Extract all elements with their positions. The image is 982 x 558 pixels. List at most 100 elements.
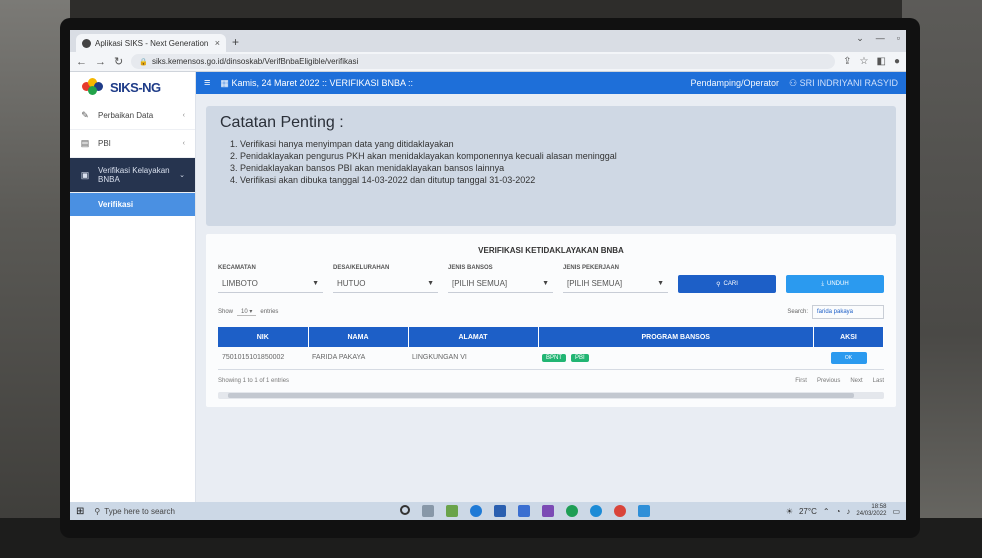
kecamatan-select[interactable]: LIMBOTO ▼ <box>218 275 323 293</box>
tab-close-icon[interactable]: × <box>215 38 220 48</box>
browser-tab[interactable]: Aplikasi SIKS - Next Generation × <box>76 34 226 52</box>
windows-start-icon[interactable]: ⊞ <box>76 506 84 517</box>
taskbar-search[interactable]: ⚲ Type here to search <box>94 507 264 516</box>
star-icon[interactable]: ☆ <box>860 56 869 67</box>
app-icon[interactable] <box>566 505 579 517</box>
pager-next[interactable]: Next <box>850 378 862 384</box>
search-input[interactable]: farida pakaya <box>812 305 884 319</box>
sidebar-item-pbi[interactable]: ▤ PBI ‹ <box>70 130 195 158</box>
user-name[interactable]: ⚇ SRI INDRIYANI RASYID <box>789 78 898 89</box>
cell-aksi: OK <box>813 347 884 370</box>
network-icon[interactable]: ◔ <box>836 507 841 516</box>
windows-taskbar: ⊞ ⚲ Type here to search ☀ 27°C ⌃ ◔ ♪ 18:… <box>70 502 906 520</box>
chevron-left-icon: ‹ <box>182 112 185 119</box>
volume-icon[interactable]: ♪ <box>846 507 850 516</box>
minimize-icon[interactable]: — <box>876 33 885 44</box>
table-row: 7501015101850002 FARIDA PAKAYA LINGKUNGA… <box>218 347 884 370</box>
profile-avatar[interactable]: ● <box>894 56 900 67</box>
jenis-bansos-select[interactable]: [PILIH SEMUA] ▼ <box>448 275 553 293</box>
url-text: siks.kemensos.go.id/dinsoskab/VerifBnbaE… <box>151 57 359 66</box>
word-icon[interactable] <box>542 505 555 517</box>
pager-previous[interactable]: Previous <box>817 378 840 384</box>
tray-chevron-icon[interactable]: ⌃ <box>823 507 830 516</box>
edge-icon[interactable] <box>470 505 483 517</box>
cortana-icon[interactable] <box>400 505 411 515</box>
system-tray: ☀ 27°C ⌃ ◔ ♪ 18:58 24/03/2022 ▭ <box>786 504 900 518</box>
caret-down-icon: ▼ <box>427 280 434 287</box>
user-role: Pendamping/Operator <box>690 78 780 88</box>
column-header-alamat[interactable]: ALAMAT <box>408 327 539 347</box>
window-controls: ⌄ — ▫ <box>856 33 900 44</box>
horizontal-scrollbar[interactable] <box>218 391 884 399</box>
hamburger-menu-icon[interactable]: ≡ <box>204 77 210 89</box>
app-icon[interactable] <box>446 505 459 517</box>
column-header-program-bansos[interactable]: PROGRAM BANSOS <box>538 327 814 347</box>
entries-label: entries <box>260 309 279 315</box>
pager-last[interactable]: Last <box>873 378 884 384</box>
store-icon[interactable] <box>518 505 531 517</box>
maximize-icon[interactable]: ▫ <box>897 33 900 44</box>
document-icon: ▤ <box>80 138 90 148</box>
new-tab-button[interactable]: + <box>232 35 239 49</box>
clock[interactable]: 18:58 24/03/2022 <box>856 504 886 518</box>
sidebar-item-perbaikan-data[interactable]: ✎ Perbaikan Data ‹ <box>70 102 195 130</box>
filter-kecamatan: KECAMATAN LIMBOTO ▼ <box>218 265 323 293</box>
app-icon[interactable] <box>638 505 651 517</box>
notice-title: Catatan Penting : <box>220 114 344 131</box>
task-view-icon[interactable] <box>422 505 435 517</box>
page-date-title: ▦ Kamis, 24 Maret 2022 :: VERIFIKASI BNB… <box>220 78 680 89</box>
unduh-button[interactable]: ⤓ UNDUH <box>786 275 884 293</box>
bansos-badge-bpnt: BPNT <box>542 353 567 362</box>
filter-jenis-pekerjaan: JENIS PEKERJAAN [PILIH SEMUA] ▼ <box>563 265 668 293</box>
clock-time: 18:58 <box>871 504 887 510</box>
notice-item: 1. Verifikasi hanya menyimpan data yang … <box>230 139 454 149</box>
filter-label: KECAMATAN <box>218 265 256 271</box>
column-header-nama[interactable]: NAMA <box>308 327 409 347</box>
cell-alamat: LINGKUNGAN VI <box>408 347 538 370</box>
tab-title: Aplikasi SIKS - Next Generation <box>95 38 209 48</box>
logo-text: SIKS-NG <box>110 79 161 95</box>
reload-icon[interactable]: ↻ <box>114 55 123 68</box>
app-icon[interactable] <box>590 505 603 517</box>
column-header-aksi: AKSI <box>813 327 884 347</box>
aksi-button[interactable]: OK <box>830 351 867 364</box>
pager-first[interactable]: First <box>795 378 807 384</box>
select-value: [PILIH SEMUA] <box>567 279 623 288</box>
desa-select[interactable]: HUTUO ▼ <box>333 275 438 293</box>
app-icon[interactable] <box>494 505 507 517</box>
column-header-nik[interactable]: NIK <box>218 327 309 347</box>
top-bar: ≡ ▦ Kamis, 24 Maret 2022 :: VERIFIKASI B… <box>196 72 906 94</box>
filter-label: DESA/KELURAHAN <box>333 265 390 271</box>
chevron-down-icon[interactable]: ⌄ <box>856 33 864 44</box>
temperature[interactable]: 27°C <box>799 507 817 516</box>
cell-nik: 7501015101850002 <box>218 347 308 370</box>
address-bar-icons: ⇪ ☆ ◧ ● <box>843 56 900 67</box>
forward-icon[interactable]: → <box>95 56 106 68</box>
sidebar-subitem-verifikasi[interactable]: Verifikasi <box>70 193 195 216</box>
notification-icon[interactable]: ▭ <box>892 507 900 516</box>
jenis-pekerjaan-select[interactable]: [PILIH SEMUA] ▼ <box>563 275 668 293</box>
important-notes: Catatan Penting : 1. Verifikasi hanya me… <box>206 106 896 226</box>
entries-select[interactable]: 10 ▾ <box>237 308 257 316</box>
sidebar: SIKS-NG ✎ Perbaikan Data ‹ ▤ PBI ‹ ▣ Ver… <box>70 72 196 502</box>
logo: SIKS-NG <box>70 72 195 102</box>
weather-icon: ☀ <box>785 506 793 516</box>
share-icon[interactable]: ⇪ <box>843 56 851 67</box>
table-search: Search: farida pakaya <box>787 305 884 319</box>
calendar-icon: ▦ <box>220 77 229 88</box>
cari-button[interactable]: ⚲ CARI <box>678 275 776 293</box>
bansos-badge-pbi: PBI <box>570 353 589 362</box>
back-icon[interactable]: ← <box>76 56 87 68</box>
select-value: [PILIH SEMUA] <box>452 279 508 288</box>
filter-jenis-bansos: JENIS BANSOS [PILIH SEMUA] ▼ <box>448 265 553 293</box>
browser-address-bar: ← → ↻ 🔒 siks.kemensos.go.id/dinsoskab/Ve… <box>70 52 906 72</box>
chrome-icon[interactable] <box>614 505 627 517</box>
filter-row: KECAMATAN LIMBOTO ▼ DESA/KELURAHAN HUTUO… <box>218 265 884 293</box>
extensions-icon[interactable]: ◧ <box>877 56 886 67</box>
sidebar-item-verifikasi-kelayakan[interactable]: ▣ Verifikasi Kelayakan BNBA ⌄ <box>70 158 195 193</box>
chevron-left-icon: ‹ <box>182 140 185 147</box>
scrollbar-thumb[interactable] <box>228 392 854 398</box>
url-input[interactable]: 🔒 siks.kemensos.go.id/dinsoskab/VerifBnb… <box>131 54 836 69</box>
chevron-down-icon: ⌄ <box>179 172 185 179</box>
monitor-icon: ▣ <box>80 169 90 180</box>
